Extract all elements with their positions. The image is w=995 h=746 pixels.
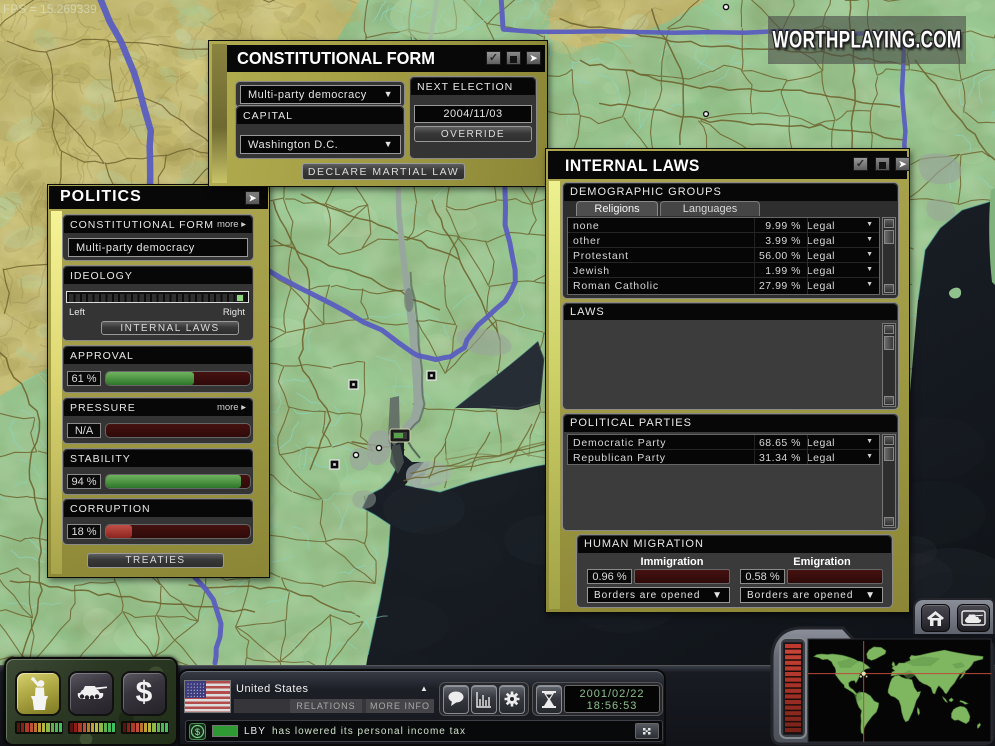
svg-text:$: $ (195, 727, 200, 737)
svg-text:FPS = 15.269339: FPS = 15.269339 (3, 2, 97, 16)
